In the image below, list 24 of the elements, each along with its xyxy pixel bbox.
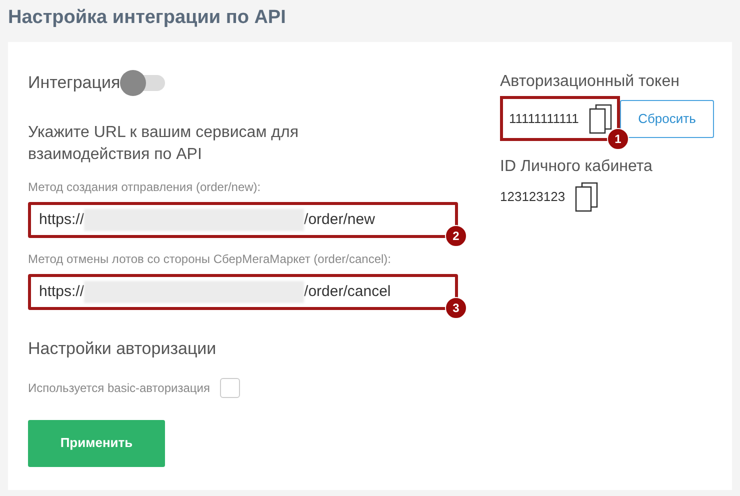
url-end: /order/new bbox=[304, 210, 375, 230]
url-end: /order/cancel bbox=[304, 282, 391, 302]
account-id-label: ID Личного кабинета bbox=[500, 157, 654, 177]
section-heading: Укажите URL к вашим сервисам для взаимодействия по API bbox=[28, 123, 300, 165]
integration-toggle[interactable] bbox=[120, 70, 166, 96]
page-title: Настройка интеграции по API bbox=[7, 6, 287, 30]
section-heading: Настройки авторизации bbox=[28, 338, 218, 360]
copy-icon[interactable] bbox=[575, 181, 600, 213]
toggle-label: Интеграция bbox=[28, 72, 120, 94]
url-start: https:// bbox=[39, 282, 84, 302]
field-label: Метод отмены лотов со стороны СберМегаМаркет (order/cancel): bbox=[28, 251, 392, 268]
reset-button[interactable]: Сбросить bbox=[620, 100, 714, 138]
apply-button[interactable]: Применить bbox=[28, 420, 165, 466]
checkbox-label: Используется basic-авторизация bbox=[28, 380, 210, 396]
token-value: 11111111111 bbox=[509, 110, 579, 128]
account-id-value: 123123123 bbox=[500, 188, 566, 206]
callout-number: 1 bbox=[607, 128, 629, 150]
checkbox[interactable] bbox=[220, 378, 240, 398]
copy-icon[interactable] bbox=[588, 102, 613, 134]
token-label: Авторизационный токен bbox=[500, 72, 680, 92]
callout-number: 3 bbox=[445, 297, 467, 319]
callout-number: 2 bbox=[445, 225, 467, 247]
field-label: Метод создания отправления (order/new): bbox=[28, 179, 262, 196]
url-start: https:// bbox=[39, 210, 84, 230]
